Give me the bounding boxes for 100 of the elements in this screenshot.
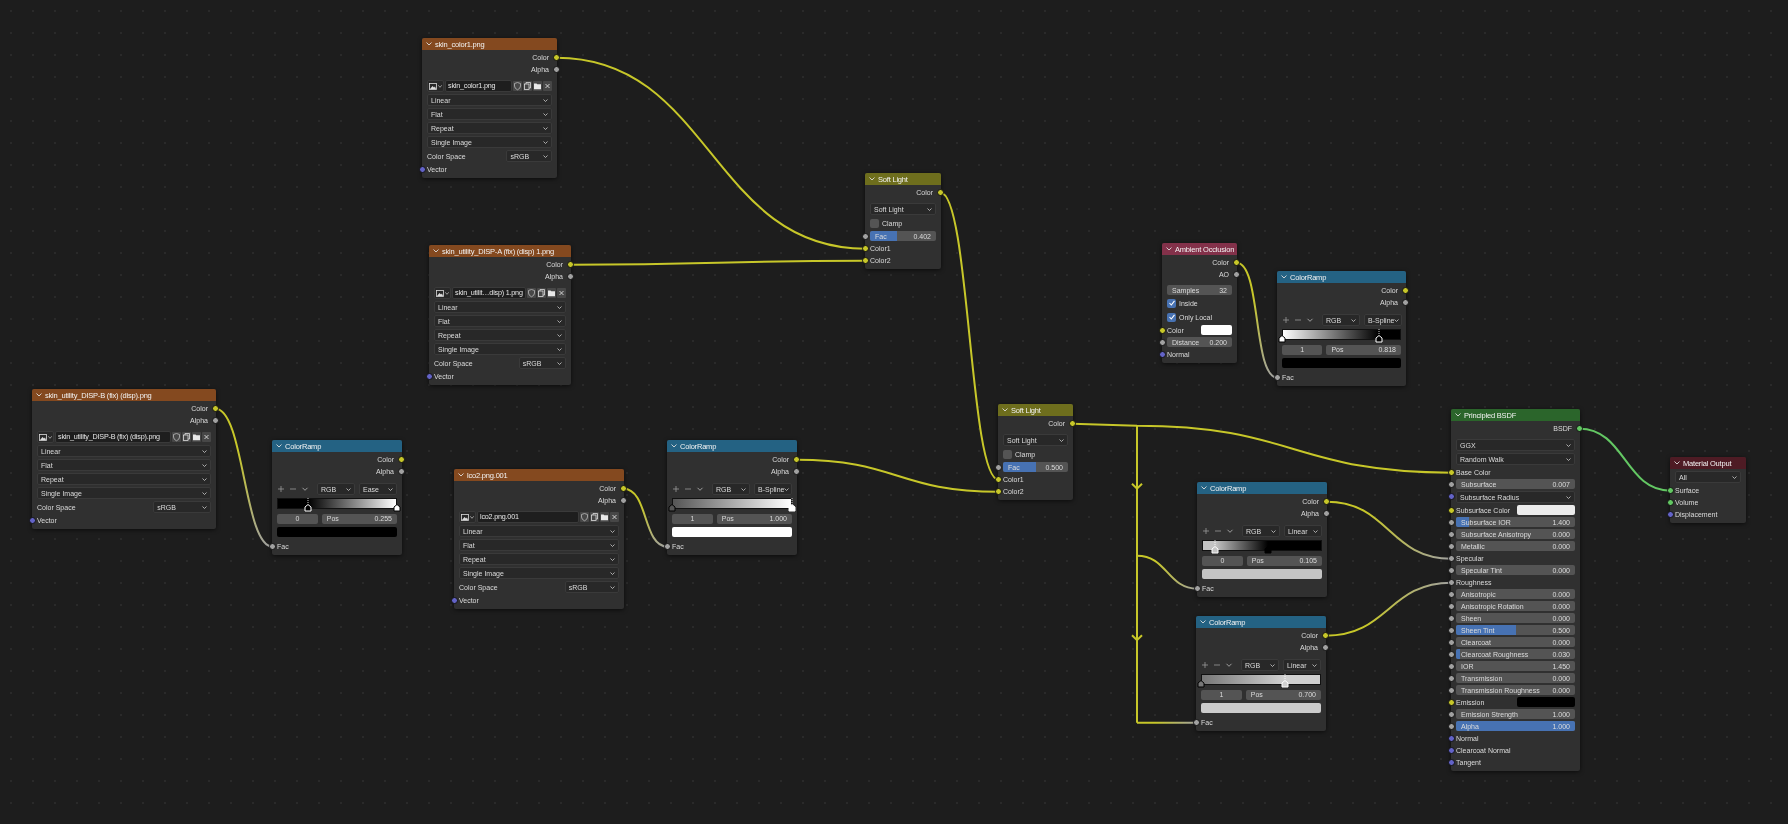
socket-dot[interactable] bbox=[1448, 507, 1455, 515]
image-browse-button[interactable] bbox=[427, 80, 444, 92]
color-swatch[interactable] bbox=[1282, 358, 1401, 368]
socket-dot[interactable] bbox=[451, 597, 458, 605]
socket-dot[interactable] bbox=[1448, 747, 1455, 755]
socket-dot[interactable] bbox=[1448, 481, 1455, 489]
collapse-caret-icon[interactable] bbox=[671, 444, 677, 448]
socket-dot[interactable] bbox=[1448, 591, 1455, 599]
socket-dot[interactable] bbox=[212, 417, 219, 425]
collapse-caret-icon[interactable] bbox=[458, 473, 464, 477]
socket-dot[interactable] bbox=[1274, 374, 1281, 382]
color-stop-handle[interactable] bbox=[1281, 674, 1289, 688]
collapse-caret-icon[interactable] bbox=[1200, 620, 1206, 624]
socket-dot[interactable] bbox=[553, 54, 560, 62]
collapse-caret-icon[interactable] bbox=[276, 444, 282, 448]
socket-dot[interactable] bbox=[1448, 469, 1455, 477]
collapse-caret-icon[interactable] bbox=[433, 249, 439, 253]
socket-dot[interactable] bbox=[1448, 543, 1455, 551]
copy-icon[interactable] bbox=[590, 512, 599, 522]
socket-dot[interactable] bbox=[269, 543, 276, 551]
socket-dot[interactable] bbox=[1069, 420, 1076, 428]
folder-icon[interactable] bbox=[547, 288, 556, 298]
folder-icon[interactable] bbox=[533, 81, 542, 91]
socket-dot[interactable] bbox=[995, 488, 1002, 496]
color-swatch[interactable] bbox=[672, 527, 792, 537]
socket-dot[interactable] bbox=[1233, 271, 1240, 279]
socket-dot[interactable] bbox=[1322, 644, 1329, 652]
color-stop-handle[interactable] bbox=[788, 498, 796, 512]
caret-icon[interactable] bbox=[1306, 316, 1314, 324]
socket-dot[interactable] bbox=[1448, 651, 1455, 659]
copy-icon[interactable] bbox=[523, 81, 532, 91]
socket-dot[interactable] bbox=[1448, 627, 1455, 635]
checkbox[interactable] bbox=[1167, 298, 1176, 308]
add-icon[interactable] bbox=[1201, 661, 1209, 669]
socket-dot[interactable] bbox=[620, 497, 627, 505]
copy-icon[interactable] bbox=[537, 288, 546, 298]
folder-icon[interactable] bbox=[192, 432, 201, 442]
socket-dot[interactable] bbox=[398, 468, 405, 476]
socket-dot[interactable] bbox=[1194, 585, 1201, 593]
color-swatch[interactable] bbox=[277, 527, 397, 537]
close-icon[interactable] bbox=[610, 512, 619, 522]
socket-dot[interactable] bbox=[1159, 339, 1166, 347]
socket-dot[interactable] bbox=[1323, 498, 1330, 506]
color-swatch[interactable] bbox=[1202, 569, 1322, 579]
add-icon[interactable] bbox=[277, 485, 285, 493]
close-icon[interactable] bbox=[202, 432, 211, 442]
color-swatch[interactable] bbox=[1517, 697, 1575, 707]
shield-icon[interactable] bbox=[172, 432, 181, 442]
socket-dot[interactable] bbox=[426, 373, 433, 381]
color-stop-handle[interactable] bbox=[1210, 540, 1219, 554]
socket-dot[interactable] bbox=[1448, 663, 1455, 671]
color-ramp-gradient[interactable] bbox=[1202, 540, 1322, 551]
color-ramp-gradient[interactable] bbox=[1201, 674, 1321, 685]
image-browse-button[interactable] bbox=[459, 511, 476, 523]
socket-dot[interactable] bbox=[212, 405, 219, 413]
color-stop-handle[interactable] bbox=[1375, 329, 1384, 343]
socket-dot[interactable] bbox=[1448, 687, 1455, 695]
socket-dot[interactable] bbox=[1448, 723, 1455, 731]
socket-dot[interactable] bbox=[862, 257, 869, 265]
socket-dot[interactable] bbox=[1448, 519, 1455, 527]
socket-dot[interactable] bbox=[1576, 425, 1583, 433]
caret-icon[interactable] bbox=[696, 485, 704, 493]
close-icon[interactable] bbox=[557, 288, 566, 298]
caret-icon[interactable] bbox=[301, 485, 309, 493]
socket-dot[interactable] bbox=[1667, 511, 1674, 519]
socket-dot[interactable] bbox=[862, 233, 869, 241]
socket-dot[interactable] bbox=[793, 456, 800, 464]
shield-icon[interactable] bbox=[527, 288, 536, 298]
socket-dot[interactable] bbox=[1159, 351, 1166, 359]
socket-dot[interactable] bbox=[664, 543, 671, 551]
collapse-caret-icon[interactable] bbox=[1166, 247, 1172, 251]
collapse-caret-icon[interactable] bbox=[1281, 275, 1287, 279]
socket-dot[interactable] bbox=[1159, 327, 1166, 335]
collapse-caret-icon[interactable] bbox=[1455, 413, 1461, 417]
checkbox[interactable] bbox=[1003, 449, 1012, 459]
collapse-caret-icon[interactable] bbox=[1201, 486, 1207, 490]
checkbox[interactable] bbox=[870, 218, 879, 228]
socket-dot[interactable] bbox=[1448, 531, 1455, 539]
caret-icon[interactable] bbox=[1225, 661, 1233, 669]
socket-dot[interactable] bbox=[1448, 699, 1455, 707]
socket-dot[interactable] bbox=[1448, 493, 1455, 501]
socket-dot[interactable] bbox=[1448, 759, 1455, 767]
socket-dot[interactable] bbox=[937, 189, 944, 197]
socket-dot[interactable] bbox=[1323, 510, 1330, 518]
collapse-caret-icon[interactable] bbox=[36, 393, 42, 397]
color-stop-handle[interactable] bbox=[303, 498, 312, 512]
socket-dot[interactable] bbox=[1448, 555, 1455, 563]
socket-dot[interactable] bbox=[1322, 632, 1329, 640]
color-swatch[interactable] bbox=[1201, 325, 1232, 335]
socket-dot[interactable] bbox=[995, 476, 1002, 484]
socket-dot[interactable] bbox=[995, 464, 1002, 472]
socket-dot[interactable] bbox=[1448, 603, 1455, 611]
socket-dot[interactable] bbox=[29, 517, 36, 525]
add-icon[interactable] bbox=[672, 485, 680, 493]
socket-dot[interactable] bbox=[1448, 711, 1455, 719]
add-icon[interactable] bbox=[1202, 527, 1210, 535]
socket-dot[interactable] bbox=[1448, 639, 1455, 647]
socket-dot[interactable] bbox=[1667, 487, 1674, 495]
socket-dot[interactable] bbox=[553, 66, 560, 74]
socket-dot[interactable] bbox=[1448, 579, 1455, 587]
